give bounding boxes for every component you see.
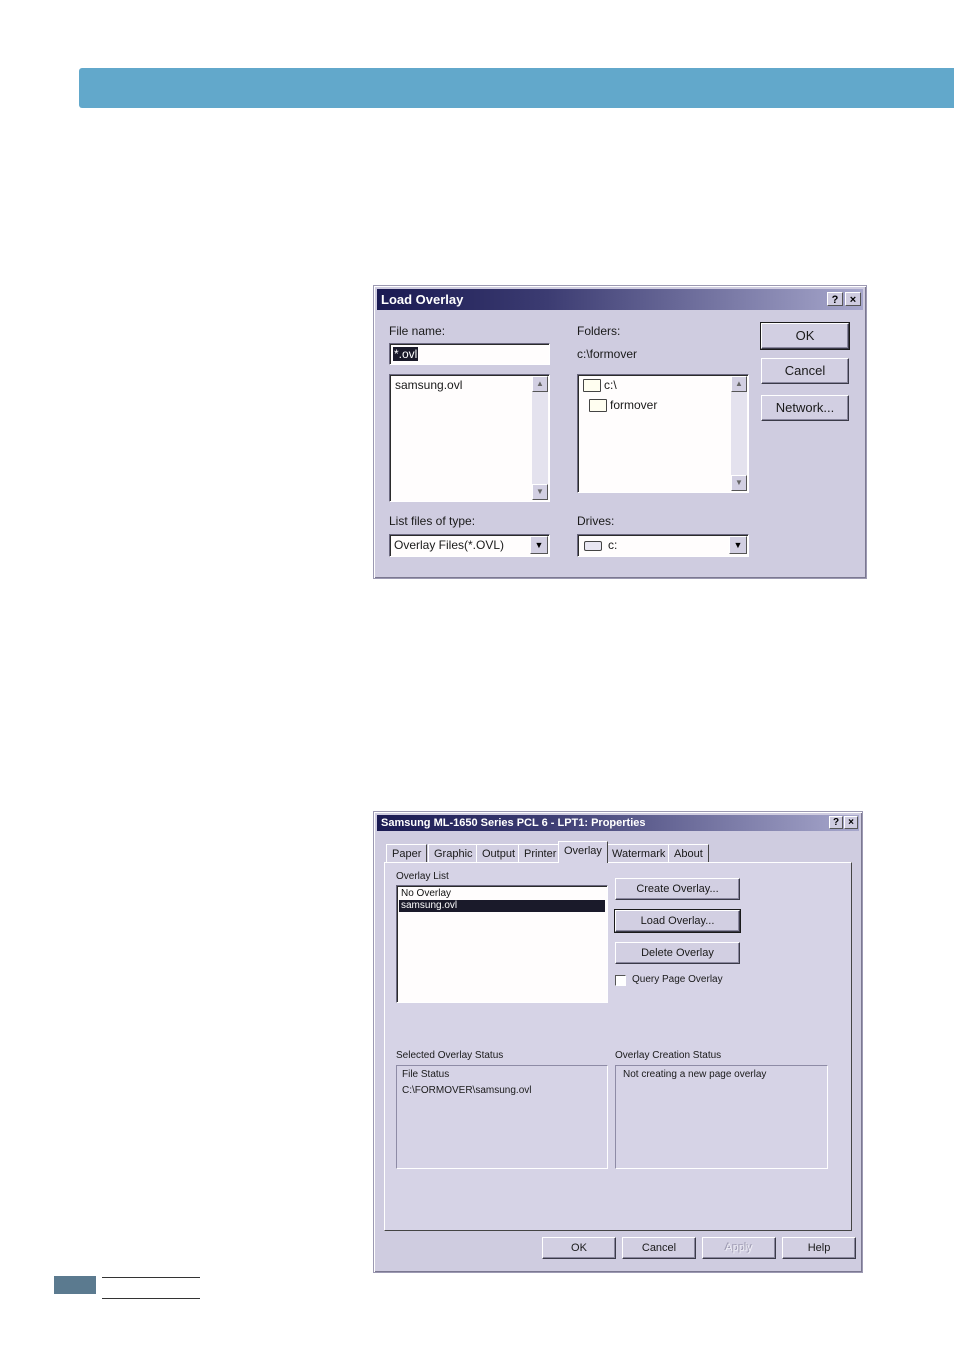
overlay-list-label: Overlay List bbox=[396, 871, 449, 882]
cancel-button[interactable]: Cancel bbox=[622, 1237, 696, 1259]
help-text-button[interactable]: Help bbox=[782, 1237, 856, 1259]
overlay-creation-status-box: Not creating a new page overlay bbox=[615, 1065, 828, 1169]
dialog-titlebar: Load Overlay ? × bbox=[377, 289, 863, 310]
delete-overlay-button[interactable]: Delete Overlay bbox=[615, 942, 740, 964]
file-name-input[interactable]: *.ovl bbox=[389, 343, 550, 365]
file-type-select[interactable]: Overlay Files(*.OVL) ▼ bbox=[389, 534, 550, 557]
tab-watermark[interactable]: Watermark bbox=[606, 844, 672, 862]
load-overlay-dialog: Load Overlay ? × File name: *.ovl samsun… bbox=[373, 285, 867, 579]
footer-rule-top bbox=[102, 1277, 200, 1278]
folder-tree-scrollbar[interactable]: ▲ ▼ bbox=[731, 376, 747, 491]
page-number-box bbox=[54, 1276, 96, 1294]
file-name-value: *.ovl bbox=[393, 347, 419, 361]
overlay-list[interactable]: No Overlay samsung.ovl bbox=[396, 885, 608, 1003]
query-page-overlay-checkbox[interactable] bbox=[615, 975, 626, 986]
file-status-label: File Status bbox=[402, 1069, 450, 1080]
network-button[interactable]: Network... bbox=[761, 395, 849, 421]
folder-tree-item[interactable]: c:\ bbox=[583, 378, 617, 393]
drives-select[interactable]: c: ▼ bbox=[577, 534, 749, 557]
ok-button[interactable]: OK bbox=[760, 322, 850, 350]
dropdown-arrow-icon[interactable]: ▼ bbox=[729, 536, 747, 554]
folders-path: c:\formover bbox=[577, 347, 638, 361]
folder-tree[interactable]: c:\ formover ▲ ▼ bbox=[577, 374, 749, 493]
header-band bbox=[79, 68, 954, 108]
scroll-down-button[interactable]: ▼ bbox=[731, 475, 747, 491]
tab-paper[interactable]: Paper bbox=[386, 844, 428, 862]
open-folder-icon bbox=[589, 399, 607, 413]
close-button[interactable]: × bbox=[844, 816, 858, 829]
dropdown-arrow-icon[interactable]: ▼ bbox=[530, 536, 548, 554]
selected-overlay-status-box: File Status C:\FORMOVER\samsung.ovl bbox=[396, 1065, 608, 1169]
cancel-button[interactable]: Cancel bbox=[761, 358, 849, 384]
scroll-up-button[interactable]: ▲ bbox=[731, 376, 747, 392]
help-button[interactable]: ? bbox=[829, 816, 843, 829]
file-list-scrollbar[interactable]: ▲ ▼ bbox=[532, 376, 548, 500]
file-type-value: Overlay Files(*.OVL) bbox=[394, 538, 505, 552]
tab-output[interactable]: Output bbox=[476, 844, 522, 862]
footer-rule-bottom bbox=[102, 1298, 200, 1299]
overlay-tab-page: Overlay List No Overlay samsung.ovl Crea… bbox=[384, 862, 852, 1231]
printer-properties-dialog: Samsung ML-1650 Series PCL 6 - LPT1: Pro… bbox=[373, 811, 863, 1273]
drive-value: c: bbox=[584, 538, 617, 552]
list-item[interactable]: No Overlay bbox=[399, 888, 605, 900]
tab-overlay[interactable]: Overlay bbox=[558, 841, 608, 863]
tab-about[interactable]: About bbox=[668, 844, 709, 862]
file-name-label: File name: bbox=[389, 324, 446, 338]
help-button[interactable]: ? bbox=[827, 292, 843, 306]
file-list[interactable]: samsung.ovl ▲ ▼ bbox=[389, 374, 550, 502]
create-overlay-button[interactable]: Create Overlay... bbox=[615, 878, 740, 900]
folders-label: Folders: bbox=[577, 324, 621, 338]
tab-graphic[interactable]: Graphic bbox=[428, 844, 479, 862]
apply-button[interactable]: Apply bbox=[702, 1237, 776, 1259]
scroll-down-button[interactable]: ▼ bbox=[532, 484, 548, 500]
query-page-overlay-label[interactable]: Query Page Overlay bbox=[632, 974, 723, 985]
list-type-label: List files of type: bbox=[389, 514, 476, 528]
scroll-up-button[interactable]: ▲ bbox=[532, 376, 548, 392]
creation-status-value: Not creating a new page overlay bbox=[623, 1069, 767, 1080]
file-list-item[interactable]: samsung.ovl bbox=[395, 378, 462, 392]
dialog-title: Load Overlay bbox=[381, 292, 464, 307]
open-folder-icon bbox=[583, 379, 601, 393]
overlay-creation-status-label: Overlay Creation Status bbox=[615, 1050, 722, 1061]
file-status-value: C:\FORMOVER\samsung.ovl bbox=[402, 1085, 532, 1096]
drive-icon bbox=[584, 540, 602, 551]
close-button[interactable]: × bbox=[845, 292, 861, 306]
drives-label: Drives: bbox=[577, 514, 615, 528]
load-overlay-button[interactable]: Load Overlay... bbox=[614, 909, 741, 933]
tab-strip: Paper Graphic Output Printer Overlay Wat… bbox=[386, 841, 856, 863]
properties-title: Samsung ML-1650 Series PCL 6 - LPT1: Pro… bbox=[381, 817, 646, 829]
selected-overlay-status-label: Selected Overlay Status bbox=[396, 1050, 504, 1061]
folder-name: c:\ bbox=[604, 378, 617, 392]
list-item-selected[interactable]: samsung.ovl bbox=[399, 900, 605, 912]
folder-name: formover bbox=[610, 398, 658, 412]
ok-button[interactable]: OK bbox=[542, 1237, 616, 1259]
folder-tree-item[interactable]: formover bbox=[589, 398, 658, 413]
properties-titlebar: Samsung ML-1650 Series PCL 6 - LPT1: Pro… bbox=[377, 815, 859, 831]
drive-letter: c: bbox=[608, 538, 618, 552]
tab-printer[interactable]: Printer bbox=[518, 844, 563, 862]
